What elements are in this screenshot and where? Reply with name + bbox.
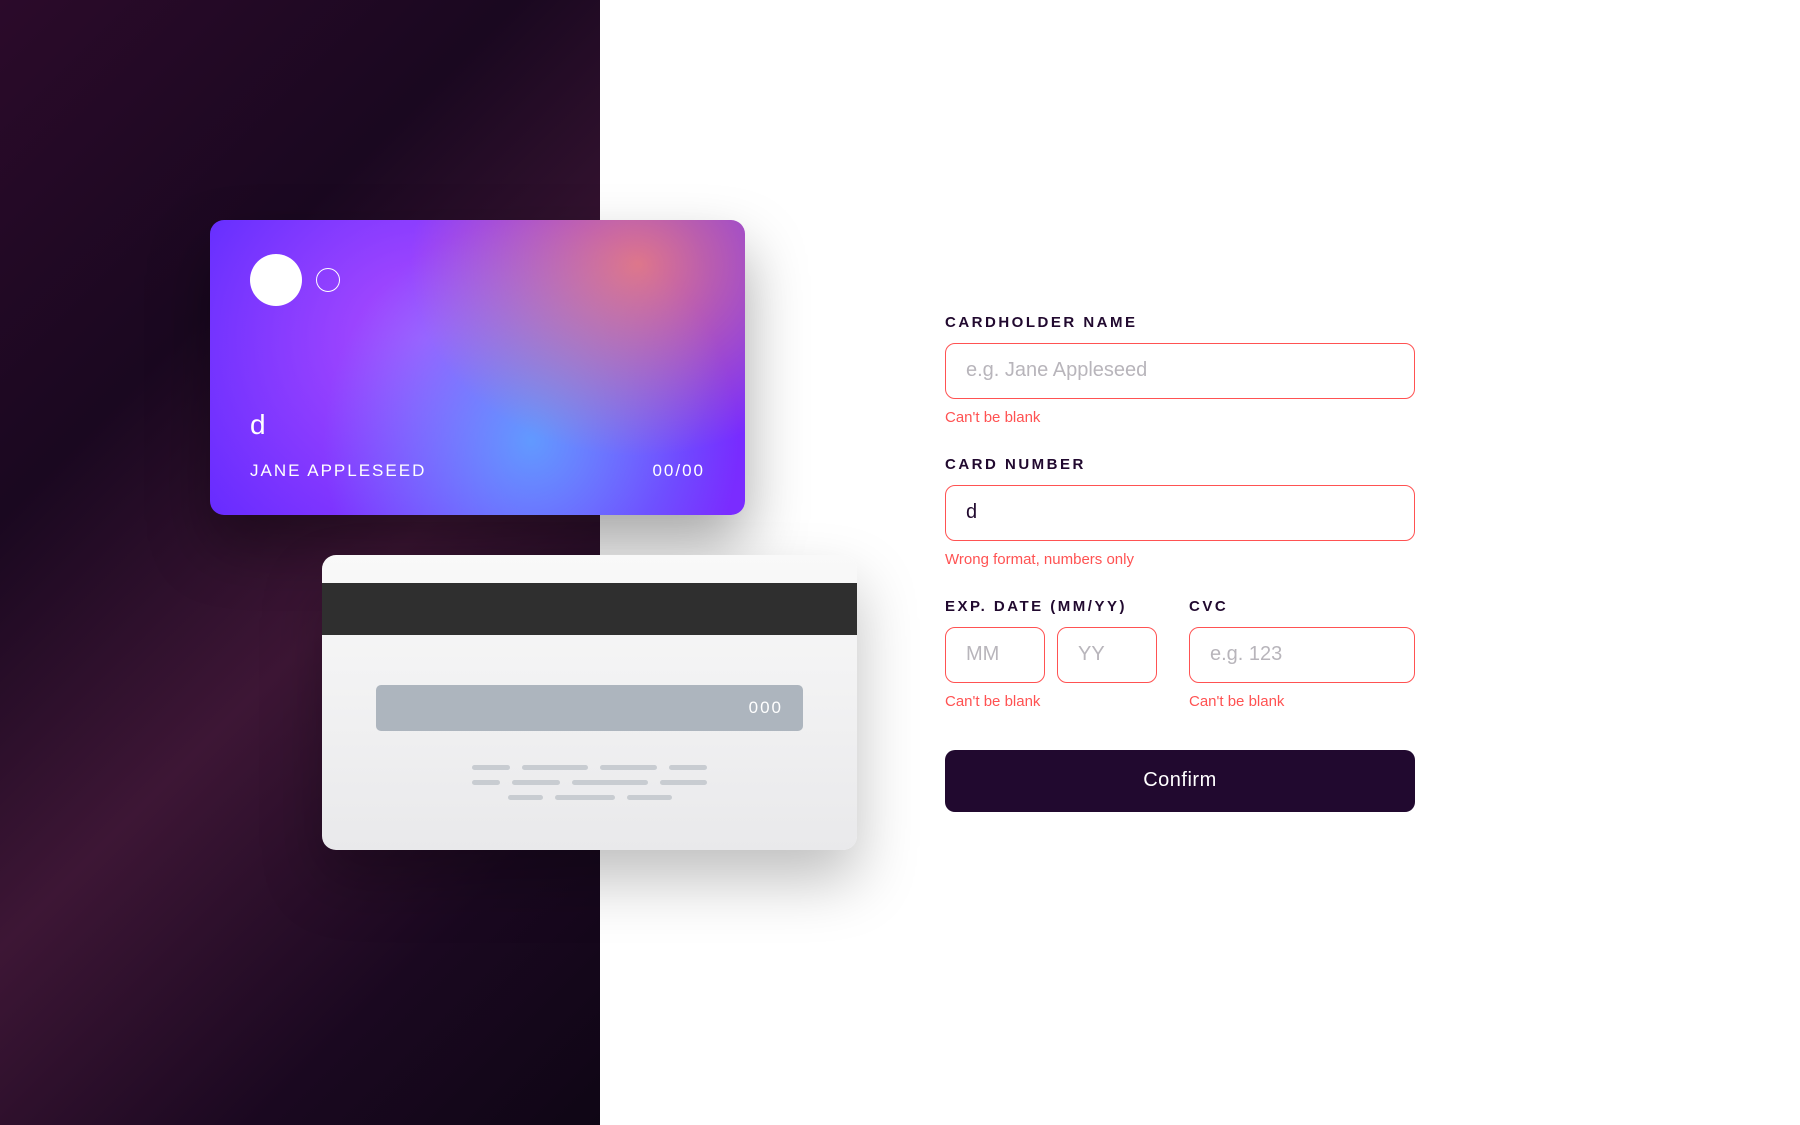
card-front-preview: d JANE APPLESEED 00/00 (210, 220, 745, 515)
cardnumber-input[interactable] (945, 485, 1415, 541)
card-expiry-display: 00/00 (652, 461, 705, 481)
cardnumber-error: Wrong format, numbers only (945, 551, 1415, 568)
card-name-display: JANE APPLESEED (250, 461, 426, 481)
cardholder-error: Can't be blank (945, 409, 1415, 426)
cardholder-input[interactable] (945, 343, 1415, 399)
expiry-year-input[interactable] (1057, 627, 1157, 683)
card-back-preview: 000 (322, 555, 857, 850)
cardnumber-label: CARD NUMBER (945, 456, 1415, 473)
decorative-panel: d JANE APPLESEED 00/00 000 (0, 0, 600, 1125)
cardholder-label: CARDHOLDER NAME (945, 314, 1415, 331)
cvc-error: Can't be blank (1189, 693, 1415, 710)
card-logo-icon (250, 254, 705, 306)
expiry-month-input[interactable] (945, 627, 1045, 683)
expiry-error: Can't be blank (945, 693, 1165, 710)
expiry-label: EXP. DATE (MM/YY) (945, 598, 1165, 615)
magnetic-stripe (322, 583, 857, 635)
card-number-display: d (250, 409, 705, 441)
cvc-label: CVC (1189, 598, 1415, 615)
card-back-decoration (472, 765, 707, 800)
cvc-display: 000 (376, 685, 803, 731)
cvc-input[interactable] (1189, 627, 1415, 683)
confirm-button[interactable]: Confirm (945, 750, 1415, 812)
card-details-form: CARDHOLDER NAME Can't be blank CARD NUMB… (945, 314, 1415, 812)
